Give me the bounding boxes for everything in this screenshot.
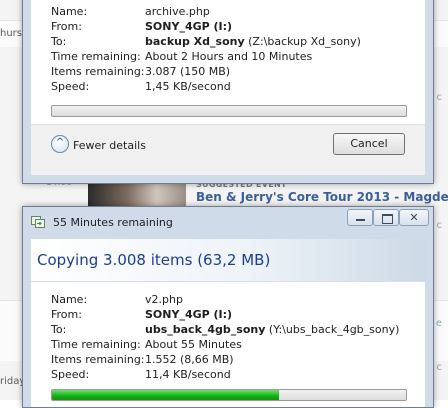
copy-progress-bar bbox=[51, 389, 407, 401]
to-destination-path: (Z:\backup Xd_sony) bbox=[248, 35, 361, 48]
items-remaining-value: 1.552 (8,66 MB) bbox=[145, 353, 234, 366]
to-label: To: bbox=[51, 323, 67, 336]
speed-label: Speed: bbox=[51, 368, 90, 381]
dialog-footer: ^ Fewer details Cancel bbox=[31, 124, 425, 175]
name-value: v2.php bbox=[145, 293, 183, 306]
time-remaining-value: About 55 Minutes bbox=[145, 338, 242, 351]
fewer-details-link[interactable]: Fewer details bbox=[73, 139, 146, 152]
name-value: archive.php bbox=[145, 5, 210, 18]
background-side-mark: c bbox=[436, 220, 443, 231]
copy-progress-fill bbox=[52, 390, 279, 400]
from-label: From: bbox=[51, 308, 82, 321]
copy-progress-bar bbox=[51, 105, 407, 117]
dialog-client-area: Copying 3.008 items (63,2 MB) Name: v2.p… bbox=[31, 239, 425, 407]
dialog-client-area: Name: archive.php From: SONY_4GP (I:) To… bbox=[31, 0, 425, 175]
to-destination-path: (Y:\ubs_back_4gb_sony) bbox=[268, 323, 400, 336]
dialog-title: 55 Minutes remaining bbox=[53, 216, 173, 229]
background-side-mark: c bbox=[436, 362, 443, 373]
maximize-icon bbox=[382, 214, 393, 224]
items-remaining-label: Items remaining: bbox=[51, 353, 145, 366]
name-label: Name: bbox=[51, 5, 88, 18]
minimize-button[interactable] bbox=[347, 209, 373, 226]
to-value: backup Xd_sony (Z:\backup Xd_sony) bbox=[145, 35, 361, 48]
chevron-up-icon[interactable]: ^ bbox=[51, 135, 69, 153]
close-icon: ✕ bbox=[409, 211, 419, 224]
to-destination-link[interactable]: backup Xd_sony bbox=[145, 35, 245, 48]
from-value-link[interactable]: SONY_4GP (I:) bbox=[145, 20, 232, 33]
details-grid: Name: archive.php From: SONY_4GP (I:) To… bbox=[51, 5, 421, 95]
copy-dialog-bottom: 55 Minutes remaining ✕ Copying 3.008 ite… bbox=[22, 206, 434, 408]
time-remaining-label: Time remaining: bbox=[51, 338, 141, 351]
time-remaining-value: About 2 Hours and 10 Minutes bbox=[145, 50, 313, 63]
to-value: ubs_back_4gb_sony (Y:\ubs_back_4gb_sony) bbox=[145, 323, 399, 336]
time-remaining-label: Time remaining: bbox=[51, 50, 141, 63]
copy-summary-header: Copying 3.008 items (63,2 MB) bbox=[31, 239, 425, 282]
cancel-button[interactable]: Cancel bbox=[333, 133, 405, 155]
close-button[interactable]: ✕ bbox=[399, 209, 429, 226]
details-grid: Name: v2.php From: SONY_4GP (I:) To: ubs… bbox=[51, 293, 421, 383]
background-side-mark: c bbox=[436, 92, 443, 103]
copy-summary-text: Copying 3.008 items (63,2 MB) bbox=[37, 251, 271, 269]
to-label: To: bbox=[51, 35, 67, 48]
from-label: From: bbox=[51, 20, 82, 33]
copy-dialog-top: Name: archive.php From: SONY_4GP (I:) To… bbox=[22, 0, 434, 184]
maximize-button[interactable] bbox=[373, 209, 399, 226]
background-side-mark: e bbox=[435, 318, 442, 329]
items-remaining-label: Items remaining: bbox=[51, 65, 145, 78]
to-destination-link[interactable]: ubs_back_4gb_sony bbox=[145, 323, 265, 336]
name-label: Name: bbox=[51, 293, 88, 306]
event-title-link[interactable]: Ben & Jerry's Core Tour 2013 - Magdeb bbox=[196, 190, 448, 204]
copy-file-icon bbox=[31, 216, 45, 228]
from-value-link[interactable]: SONY_4GP (I:) bbox=[145, 308, 232, 321]
speed-value: 11,4 KB/second bbox=[145, 368, 231, 381]
speed-label: Speed: bbox=[51, 80, 90, 93]
minimize-icon bbox=[356, 219, 365, 221]
speed-value: 1,45 KB/second bbox=[145, 80, 231, 93]
background-day-label: hurs bbox=[0, 28, 22, 39]
dialog-titlebar[interactable]: 55 Minutes remaining ✕ bbox=[23, 207, 433, 239]
items-remaining-value: 3.087 (150 MB) bbox=[145, 65, 231, 78]
